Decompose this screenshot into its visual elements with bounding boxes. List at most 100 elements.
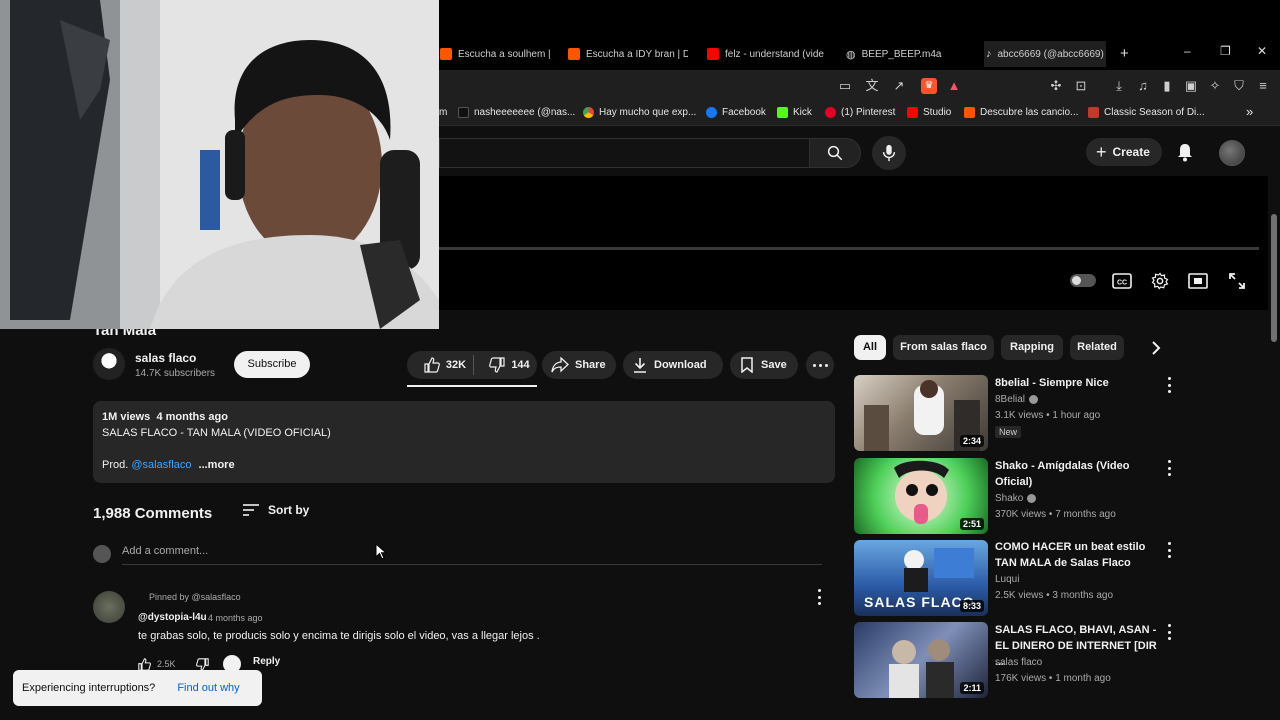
bookmark-pinterest[interactable]: (1) Pinterest (825, 107, 895, 118)
tab-abcc6669-active[interactable]: ♪ abcc6669 (@abcc6669) (984, 41, 1106, 67)
video-menu-button[interactable] (1164, 542, 1174, 558)
download-icon (634, 358, 646, 373)
view-count: 1M views (102, 411, 151, 423)
comment-menu-button[interactable] (814, 589, 824, 605)
captions-icon: CC (1112, 273, 1132, 289)
tab-idy-bran[interactable]: Escucha a IDY bran | D (568, 44, 688, 64)
more-actions-button[interactable] (806, 351, 834, 379)
related-video-title[interactable]: Shako - Amígdalas (Video Oficial) (995, 458, 1160, 490)
leo-ai-icon[interactable]: ✧ (1207, 78, 1223, 94)
video-progress-bar[interactable] (439, 247, 1259, 250)
sort-label: Sort by (268, 503, 310, 517)
related-video-title[interactable]: 8belial - Siempre Nice (995, 375, 1160, 391)
related-video-title[interactable]: COMO HACER un beat estilo TAN MALA de Sa… (995, 539, 1160, 571)
video-menu-button[interactable] (1164, 460, 1174, 476)
save-button[interactable]: Save (730, 351, 798, 379)
account-avatar[interactable] (1219, 140, 1245, 166)
tab-felz[interactable]: felz - understand (vide (707, 44, 825, 64)
comment-author[interactable]: @dystopia-l4u (138, 612, 207, 623)
chip-rapping[interactable]: Rapping (1001, 335, 1063, 360)
video-thumbnail[interactable]: 2:51 (854, 458, 988, 534)
sidebar-icon[interactable]: ▮ (1159, 78, 1175, 94)
related-video-channel[interactable]: Luqui (995, 574, 1019, 585)
vpn-icon[interactable]: ⛉ (1231, 78, 1247, 94)
screenshot-icon[interactable]: ⊡ (1073, 78, 1089, 94)
thumbs-down-icon[interactable] (195, 657, 209, 671)
webcam-person-image (0, 0, 439, 329)
like-button[interactable]: 32K (407, 357, 473, 373)
bookmark-classic-season[interactable]: Classic Season of Di... (1088, 107, 1205, 118)
bookmark-kick[interactable]: Kick (777, 107, 812, 118)
toast-message: Experiencing interruptions? (22, 682, 156, 694)
settings-button[interactable] (1149, 270, 1171, 292)
scrollbar-thumb[interactable] (1271, 214, 1277, 342)
more-link[interactable]: ...more (199, 459, 235, 471)
related-video-channel[interactable]: 8Belial (995, 394, 1039, 405)
chip-all[interactable]: All (854, 335, 886, 360)
tab-soulhem[interactable]: Escucha a soulhem | D (440, 44, 552, 64)
video-thumbnail[interactable]: SALAS FLACO 8:33 (854, 540, 988, 616)
bookmarks-overflow-button[interactable]: » (1246, 104, 1253, 119)
video-menu-button[interactable] (1164, 624, 1174, 640)
bookmark-descubre[interactable]: Descubre las cancio... (964, 107, 1078, 118)
maximize-button[interactable]: ❐ (1220, 44, 1231, 58)
channel-avatar[interactable] (93, 348, 125, 380)
bookmark-studio[interactable]: Studio (907, 107, 951, 118)
bookmark-facebook[interactable]: Facebook (706, 107, 766, 118)
reply-button[interactable]: Reply (253, 656, 280, 667)
wallet-icon[interactable]: ▣ (1183, 78, 1199, 94)
add-comment-input[interactable]: Add a comment... (122, 545, 208, 557)
download-button[interactable]: Download (623, 351, 723, 379)
brave-shield-icon[interactable]: ♛ (921, 78, 937, 94)
share-button[interactable]: Share (542, 351, 616, 379)
soundcloud-icon (440, 48, 452, 60)
related-video-channel[interactable]: salas flaco (995, 657, 1042, 668)
autoplay-toggle[interactable] (1070, 274, 1096, 287)
find-out-why-link[interactable]: Find out why (177, 682, 239, 694)
thumbs-up-icon[interactable] (138, 657, 151, 671)
minimize-button[interactable]: – (1184, 44, 1191, 58)
theater-mode-button[interactable] (1187, 270, 1209, 292)
video-player[interactable] (439, 176, 1268, 310)
prod-link[interactable]: @salasflaco (131, 459, 191, 471)
search-button[interactable] (809, 138, 861, 168)
bookmark-label: (1) Pinterest (841, 107, 896, 118)
close-window-button[interactable]: ✕ (1257, 44, 1267, 58)
add-comment-underline (122, 564, 822, 565)
dislike-button[interactable]: 144 (474, 357, 537, 373)
brave-rewards-icon[interactable]: ▲ (946, 78, 962, 94)
chip-from-salas-flaco[interactable]: From salas flaco (893, 335, 994, 360)
chip-related[interactable]: Related (1070, 335, 1124, 360)
cast-icon[interactable]: ▭ (837, 78, 853, 94)
facebook-icon (706, 107, 717, 118)
bookmark-hay-mucho[interactable]: Hay mucho que exp... (583, 107, 696, 118)
menu-icon[interactable]: ≡ (1255, 78, 1271, 94)
search-input[interactable] (439, 138, 809, 168)
video-thumbnail[interactable]: 2:11 (854, 622, 988, 698)
notifications-button[interactable] (1176, 142, 1194, 167)
bookmark-nasheeeeeee[interactable]: nasheeeeeee (@nas... (458, 107, 575, 118)
new-tab-button[interactable]: + (1120, 45, 1129, 62)
media-icon[interactable]: ♫ (1135, 78, 1151, 94)
translate-icon[interactable]: 文 (864, 78, 880, 94)
subscribe-button[interactable]: Subscribe (234, 351, 310, 378)
create-button[interactable]: + Create (1086, 138, 1162, 166)
commenter-avatar[interactable] (93, 591, 125, 623)
extensions-icon[interactable]: ✣ (1048, 78, 1064, 94)
chips-next-button[interactable] (1150, 340, 1162, 361)
downloads-icon[interactable]: ⤓ (1111, 78, 1127, 94)
bookmark-label: Facebook (722, 107, 766, 118)
related-video-channel[interactable]: Shako (995, 493, 1037, 504)
comment-time[interactable]: 4 months ago (208, 613, 263, 623)
sort-by-button[interactable]: Sort by (242, 503, 309, 517)
channel-name[interactable]: salas flaco (135, 351, 196, 365)
like-dislike-group: 32K 144 (407, 351, 537, 379)
tab-beep-beep[interactable]: ◍ BEEP_BEEP.m4a (846, 44, 966, 64)
captions-button[interactable]: CC (1111, 270, 1133, 292)
share-page-icon[interactable]: ↗ (891, 78, 907, 94)
fullscreen-button[interactable] (1226, 270, 1248, 292)
voice-search-button[interactable] (872, 136, 906, 170)
bookmark-prefix[interactable]: m (439, 107, 447, 118)
video-thumbnail[interactable]: 2:34 (854, 375, 988, 451)
video-menu-button[interactable] (1164, 377, 1174, 393)
